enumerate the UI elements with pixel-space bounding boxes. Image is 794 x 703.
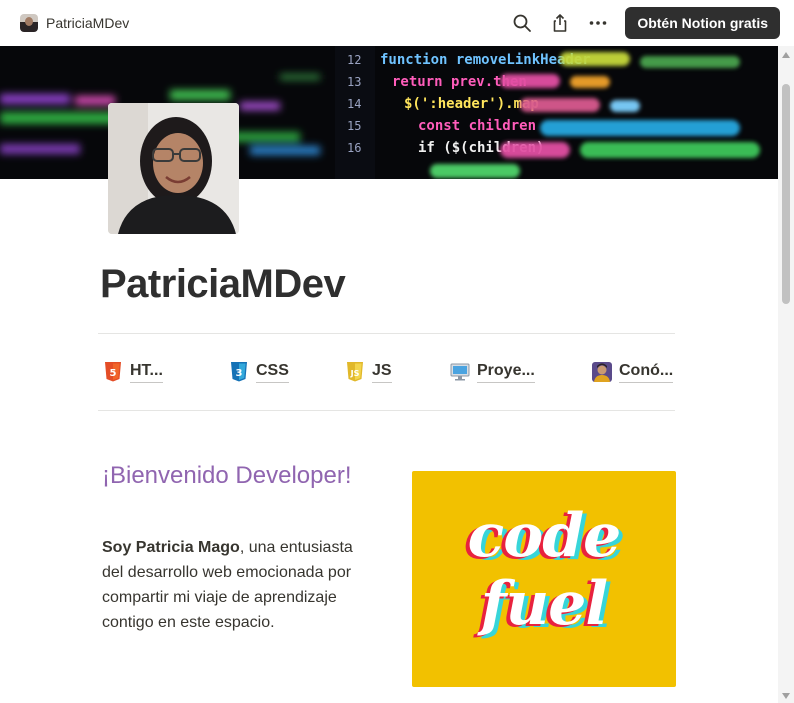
cover-line-number: 15 xyxy=(347,119,361,133)
site-avatar xyxy=(20,14,38,32)
banner-word-code: code xyxy=(467,501,622,571)
get-notion-button[interactable]: Obtén Notion gratis xyxy=(625,7,780,39)
js-icon: JS xyxy=(345,362,365,382)
cover-line-number: 13 xyxy=(347,75,361,89)
cover-code-line: $(':header').map xyxy=(404,96,539,112)
share-icon xyxy=(554,14,567,32)
computer-icon xyxy=(450,362,470,382)
code-fuel-image: code code code fuel fuel fuel xyxy=(412,471,676,687)
scrollbar[interactable] xyxy=(778,46,794,703)
top-bar: PatriciaMDev Obtén Notion gratis xyxy=(0,0,794,46)
person-icon xyxy=(592,362,612,382)
page-links: 5 HT... 3 CSS JS JS Proye... Conó... xyxy=(98,355,675,389)
link-css[interactable]: 3 CSS xyxy=(229,355,289,389)
link-label: HT... xyxy=(130,362,163,383)
more-button[interactable] xyxy=(583,8,613,38)
search-button[interactable] xyxy=(507,8,537,38)
page-title: PatriciaMDev xyxy=(100,262,346,306)
svg-text:JS: JS xyxy=(350,369,360,378)
html5-icon: 5 xyxy=(103,362,123,382)
share-button[interactable] xyxy=(545,8,575,38)
link-label: JS xyxy=(372,362,392,383)
divider xyxy=(98,333,675,334)
welcome-heading: ¡Bienvenido Developer! xyxy=(102,462,352,489)
link-html[interactable]: 5 HT... xyxy=(103,355,163,389)
banner-word-fuel: fuel xyxy=(480,569,608,639)
top-actions: Obtén Notion gratis xyxy=(507,7,780,39)
link-js[interactable]: JS JS xyxy=(345,355,392,389)
scrollbar-thumb[interactable] xyxy=(782,84,790,304)
profile-photo xyxy=(108,103,239,234)
page-icon-photo xyxy=(108,103,239,234)
cover-line-number: 16 xyxy=(347,141,361,155)
site-name: PatriciaMDev xyxy=(46,15,130,31)
svg-text:5: 5 xyxy=(110,368,117,379)
more-icon xyxy=(590,21,607,25)
site-link[interactable]: PatriciaMDev xyxy=(20,14,129,32)
search-icon xyxy=(513,14,532,32)
intro-paragraph: Soy Patricia Mago, una entusiasta del de… xyxy=(102,535,362,635)
cover-line-number: 14 xyxy=(347,97,361,111)
link-label: Conó... xyxy=(619,362,674,383)
scroll-down-icon[interactable] xyxy=(782,693,790,699)
link-label: CSS xyxy=(256,362,289,383)
css3-icon: 3 xyxy=(229,362,249,382)
link-label: Proye... xyxy=(477,362,535,383)
svg-text:3: 3 xyxy=(236,368,243,379)
intro-name: Soy Patricia Mago xyxy=(102,539,240,556)
cover-code-line: const children xyxy=(418,118,536,134)
cover-code-line: function removeLinkHeader xyxy=(380,52,591,68)
link-proyectos[interactable]: Proye... xyxy=(450,355,535,389)
scroll-up-icon[interactable] xyxy=(782,52,790,58)
divider xyxy=(98,410,675,411)
link-conoceme[interactable]: Conó... xyxy=(592,355,674,389)
cover-line-number: 12 xyxy=(347,53,361,67)
